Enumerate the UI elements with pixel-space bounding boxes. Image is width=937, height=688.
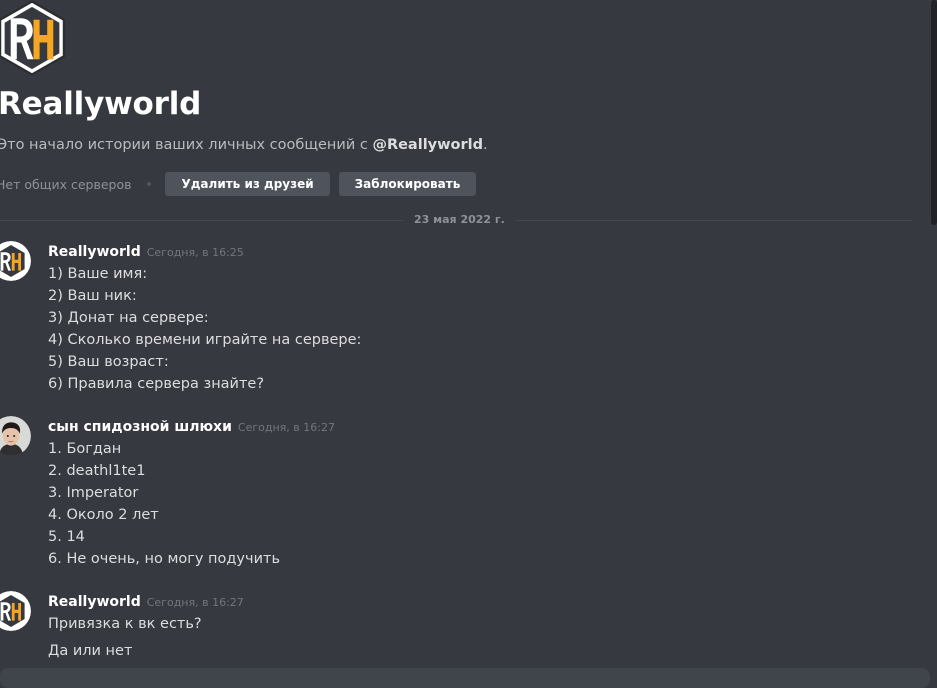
scrollbar[interactable] — [931, 0, 937, 225]
message-line: 4. Около 2 лет — [48, 507, 159, 523]
message-timestamp: Сегодня, в 16:27 — [237, 421, 335, 434]
message-line: 4) Сколько времени играйте на сервере: — [48, 332, 362, 348]
mutual-servers-label: Нет общих серверов — [0, 176, 132, 192]
user-avatar-photo[interactable] — [0, 416, 31, 456]
reallyworld-logo-icon — [0, 0, 66, 76]
intro-username: @Reallyworld — [372, 137, 483, 153]
message-author[interactable]: Reallyworld — [48, 594, 141, 610]
message-line: 3. Imperator — [48, 485, 139, 501]
message-line: 1. Богдан — [48, 441, 122, 457]
message-line: 3) Донат на сервере: — [48, 310, 209, 326]
dm-intro-text: Это начало истории ваших личных сообщени… — [0, 137, 488, 153]
message-line: 5. 14 — [48, 529, 85, 545]
page-title: Reallyworld — [0, 86, 202, 122]
remove-friend-button[interactable]: Удалить из друзей — [165, 172, 330, 196]
separator-dot — [147, 182, 152, 186]
message-line: 1) Ваше имя: — [48, 266, 148, 282]
message-timestamp: Сегодня, в 16:25 — [146, 246, 244, 259]
message-timestamp: Сегодня, в 16:27 — [146, 596, 244, 609]
reallyworld-avatar-icon[interactable] — [0, 591, 31, 631]
block-button[interactable]: Заблокировать — [338, 172, 477, 196]
message-author[interactable]: Reallyworld — [48, 244, 141, 260]
message-line: 2) Ваш ник: — [48, 288, 137, 304]
intro-suffix: . — [482, 137, 488, 153]
date-divider-label: 23 мая 2022 г. — [404, 213, 515, 226]
message-content: Привязка к вк есть? Да или нет — [48, 613, 202, 662]
message-author[interactable]: сын спидозной шлюхи — [48, 419, 232, 435]
message-input[interactable] — [0, 668, 930, 688]
message-header: Reallyworld Сегодня, в 16:25 — [48, 241, 244, 263]
reallyworld-avatar-icon[interactable] — [0, 241, 31, 281]
message-header: сын спидозной шлюхи Сегодня, в 16:27 — [48, 416, 335, 438]
message-header: Reallyworld Сегодня, в 16:27 — [48, 591, 244, 613]
message-content: 1) Ваше имя: 2) Ваш ник: 3) Донат на сер… — [48, 263, 361, 395]
message-line: Да или нет — [48, 643, 133, 659]
message-line: Привязка к вк есть? — [48, 616, 202, 632]
intro-prefix: Это начало истории ваших личных сообщени… — [0, 137, 373, 153]
message-line: 6. Не очень, но могу подучить — [48, 551, 280, 567]
message-content: 1. Богдан 2. deathl1te1 3. Imperator 4. … — [48, 438, 280, 570]
message-line: 5) Ваш возраст: — [48, 354, 169, 370]
profile-actions: Нет общих серверов Удалить из друзей Заб… — [0, 172, 477, 196]
message-line: 2. deathl1te1 — [48, 463, 146, 479]
message-line: 6) Правила сервера знайте? — [48, 376, 265, 392]
